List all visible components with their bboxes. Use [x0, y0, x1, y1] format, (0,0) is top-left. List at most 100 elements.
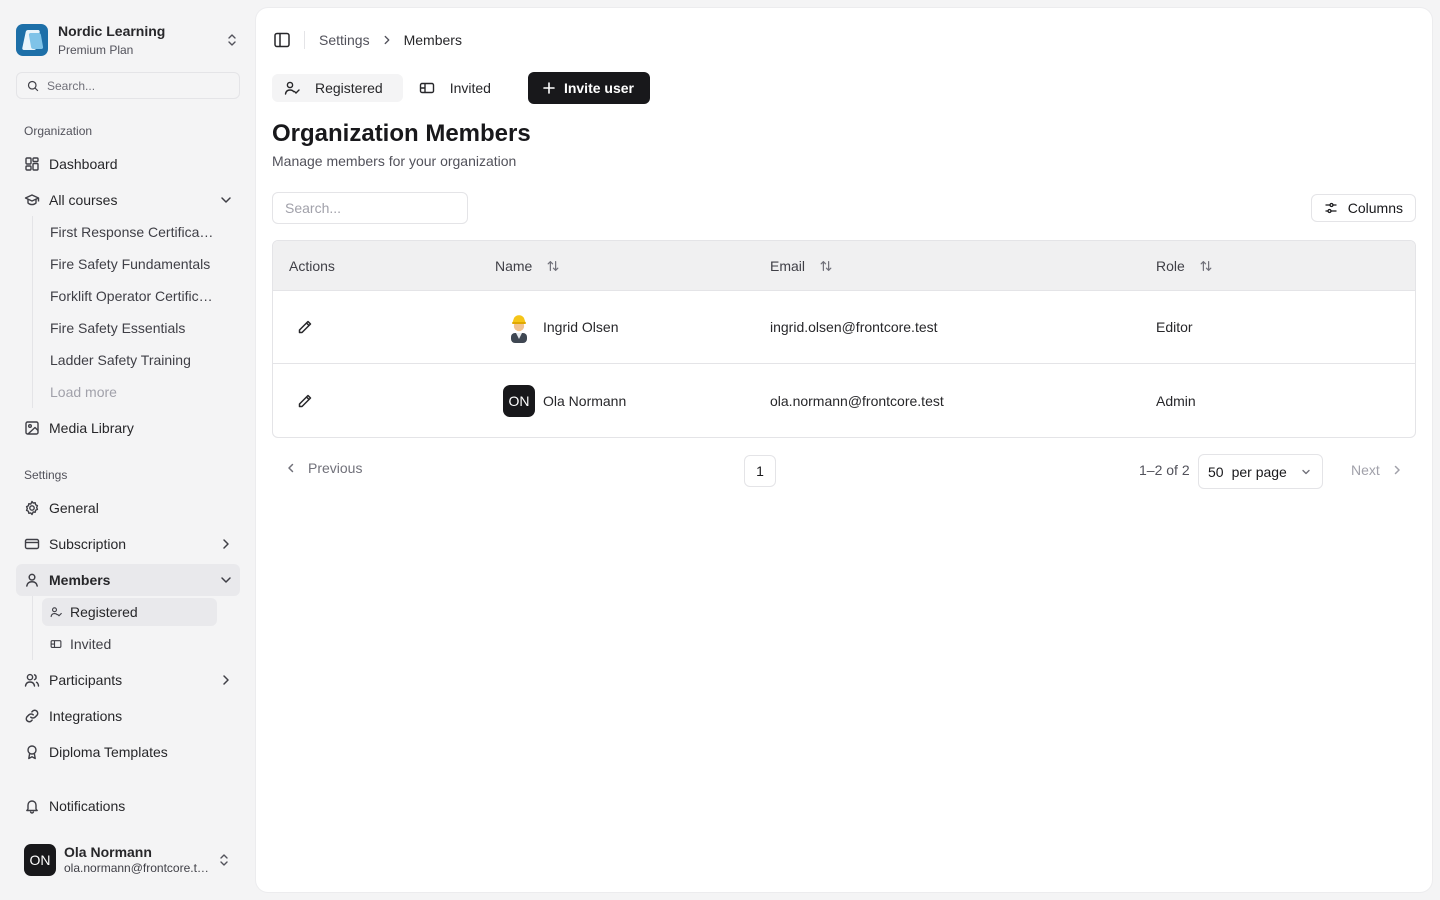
sidebar-item-label: All courses	[49, 192, 118, 208]
members-tabs: Registered Invited Invite user	[272, 72, 650, 104]
sidebar-item-subscription[interactable]: Subscription	[16, 528, 240, 560]
courses-sublist: First Response Certification Fire Safety…	[32, 216, 217, 408]
per-page-select[interactable]: 50 per page	[1198, 454, 1323, 489]
breadcrumb: Settings Members	[319, 32, 462, 48]
breadcrumb-settings[interactable]: Settings	[319, 32, 370, 48]
organization-name: Nordic Learning	[58, 22, 166, 39]
credit-card-icon	[24, 538, 40, 550]
pencil-icon	[298, 394, 312, 407]
columns-button[interactable]: Columns	[1310, 194, 1416, 222]
sidebar-subitem-invited[interactable]: Invited	[42, 630, 217, 658]
button-label: Invite user	[563, 80, 634, 96]
table-row: ON Ola Normann ola.normann@frontcore.tes…	[273, 364, 1415, 437]
sidebar-item-label: Members	[49, 572, 111, 588]
sidebar-search-input[interactable]	[47, 78, 227, 93]
pagination: Previous 1 1–2 of 2 50 per page Next	[272, 454, 1416, 489]
sidebar-item-media-library[interactable]: Media Library	[16, 412, 240, 444]
member-name: Ingrid Olsen	[543, 319, 619, 335]
sidebar-item-notifications[interactable]: Notifications	[16, 790, 240, 822]
sidebar-subitem-registered[interactable]: Registered	[42, 598, 217, 626]
sort-icon	[1200, 260, 1212, 271]
user-check-icon	[284, 81, 300, 95]
members-table: Actions Name Email Role Ingrid Olsen ing…	[272, 240, 1416, 438]
previous-button[interactable]: Previous	[284, 460, 362, 476]
tab-registered[interactable]: Registered	[272, 74, 403, 102]
header-actions: Actions	[289, 257, 335, 274]
sidebar-search[interactable]	[16, 72, 240, 99]
sidebar-item-label: Integrations	[49, 708, 123, 724]
sidebar-item-integrations[interactable]: Integrations	[16, 700, 240, 732]
dashboard-icon	[25, 157, 39, 171]
chevron-right-icon	[384, 35, 389, 45]
member-role: Admin	[1156, 392, 1196, 409]
sort-icon	[820, 260, 832, 271]
sidebar-item-dashboard[interactable]: Dashboard	[16, 148, 240, 180]
members-search[interactable]	[272, 192, 468, 224]
chevron-left-icon	[288, 463, 294, 473]
sidebar-item-label: Participants	[49, 672, 123, 688]
member-role: Editor	[1156, 319, 1193, 335]
breadcrumb-members: Members	[403, 32, 462, 48]
members-search-input[interactable]	[285, 200, 466, 216]
course-item[interactable]: Fire Safety Essentials	[42, 314, 217, 342]
sort-icon	[547, 260, 559, 271]
course-item[interactable]: Ladder Safety Training	[42, 346, 217, 374]
sidebar-item-label: Media Library	[49, 420, 134, 436]
course-item[interactable]: Forklift Operator Certification	[42, 282, 217, 310]
header-name[interactable]: Name	[479, 258, 754, 274]
member-email: ingrid.olsen@frontcore.test	[770, 319, 938, 335]
sidebar-toggle-icon[interactable]	[272, 30, 292, 50]
chevron-right-icon	[1394, 465, 1400, 475]
user-icon	[26, 573, 38, 587]
tab-invited[interactable]: Invited	[407, 74, 511, 102]
avatar: ON	[503, 384, 535, 417]
link-icon	[25, 709, 39, 723]
organization-switcher[interactable]: Nordic Learning Premium Plan	[16, 20, 240, 60]
sidebar-item-participants[interactable]: Participants	[16, 664, 240, 696]
table-row: Ingrid Olsen ingrid.olsen@frontcore.test…	[273, 291, 1415, 364]
avatar	[503, 311, 535, 343]
chevrons-up-down-icon	[228, 34, 236, 46]
sidebar-item-all-courses[interactable]: All courses	[16, 184, 240, 216]
chevron-down-icon	[221, 197, 231, 203]
image-icon	[25, 421, 39, 435]
chevron-right-icon	[223, 675, 229, 685]
group-label-settings: Settings	[24, 468, 68, 482]
users-icon	[24, 673, 40, 687]
invite-user-button[interactable]: Invite user	[527, 72, 650, 104]
chevron-right-icon	[223, 539, 229, 549]
sidebar-item-general[interactable]: General	[16, 492, 240, 524]
range-text: 1–2 of 2	[1139, 462, 1190, 478]
sidebar-item-members[interactable]: Members	[16, 564, 240, 596]
bell-icon	[26, 800, 38, 814]
course-item[interactable]: Fire Safety Fundamentals	[42, 250, 217, 278]
sidebar-item-label: Diploma Templates	[49, 744, 168, 760]
sidebar-item-diploma-templates[interactable]: Diploma Templates	[16, 736, 240, 768]
chevron-down-icon	[1302, 469, 1310, 474]
edit-button[interactable]	[289, 385, 321, 417]
tab-label: Registered	[315, 80, 383, 96]
user-menu[interactable]: ON Ola Normann ola.normann@frontcore.tes…	[16, 836, 240, 884]
plus-icon	[543, 82, 555, 94]
page-number-button[interactable]: 1	[744, 455, 776, 487]
load-more-button[interactable]: Load more	[42, 378, 217, 406]
header-role[interactable]: Role	[1140, 258, 1415, 274]
edit-button[interactable]	[289, 311, 321, 343]
user-check-icon	[50, 607, 62, 618]
member-name: Ola Normann	[543, 392, 627, 409]
course-item[interactable]: First Response Certification	[42, 218, 217, 246]
sidebar-item-label: General	[49, 500, 99, 516]
members-sublist: Registered Invited	[32, 596, 217, 660]
next-button[interactable]: Next	[1351, 462, 1404, 478]
header-email[interactable]: Email	[754, 258, 1140, 274]
search-icon	[27, 80, 39, 91]
top-bar: Settings Members	[272, 28, 462, 52]
member-email: ola.normann@frontcore.test	[770, 392, 944, 409]
sidebar-item-label: Subscription	[49, 536, 127, 552]
user-email: ola.normann@frontcore.test	[64, 861, 212, 876]
sidebar-item-label: Notifications	[49, 798, 126, 814]
organization-plan: Premium Plan	[58, 42, 134, 57]
ticket-icon	[419, 82, 434, 94]
group-label-organization: Organization	[24, 124, 93, 138]
award-icon	[27, 745, 37, 760]
